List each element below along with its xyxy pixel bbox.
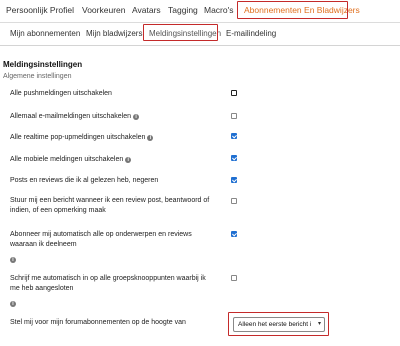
tab-voorkeuren[interactable]: Voorkeuren: [82, 5, 125, 15]
tab-tagging[interactable]: Tagging: [168, 5, 198, 15]
tab-avatars[interactable]: Avatars: [132, 5, 161, 15]
tab-persoonlijk-profiel[interactable]: Persoonlijk Profiel: [6, 5, 74, 15]
checkbox-disable-popup[interactable]: [231, 133, 237, 139]
checkbox-ignore-read[interactable]: [231, 177, 237, 183]
checkbox-disable-email[interactable]: [231, 113, 237, 119]
setting-label-disable-popup: Alle realtime pop-upmeldingen uitschakel…: [10, 133, 220, 143]
setting-label-disable-email: Allemaal e-mailmeldingen uitschakelen i: [10, 112, 220, 122]
subtab-e-mailindeling[interactable]: E-mailindeling: [226, 29, 276, 38]
checkbox-auto-subscribe[interactable]: [231, 231, 237, 237]
setting-label-disable-push: Alle pushmeldingen uitschakelen: [10, 90, 112, 97]
info-icon[interactable]: i: [125, 157, 132, 163]
info-icon[interactable]: i: [133, 114, 140, 120]
setting-label-disable-mobile: Alle mobiele meldingen uitschakelen i: [10, 155, 220, 165]
subtab-divider: [0, 45, 400, 46]
info-icon[interactable]: i: [10, 257, 16, 263]
setting-label-auto-subscribe: Abonneer mij automatisch alle op onderwe…: [10, 231, 192, 248]
highlight-box-subtab: [143, 24, 218, 41]
section-subheading: Algemene instellingen: [3, 73, 72, 80]
subtab-mijn-bladwijzers[interactable]: Mijn bladwijzers: [86, 29, 142, 38]
info-icon[interactable]: i: [10, 301, 16, 307]
checkbox-disable-push[interactable]: [231, 90, 237, 96]
tab-macros[interactable]: Macro's: [204, 5, 234, 15]
top-tab-divider: [0, 22, 400, 23]
setting-label-ignore-read: Posts en reviews die ik al gelezen heb, …: [10, 177, 159, 184]
highlight-box-select: [228, 312, 329, 336]
subtab-mijn-abonnementen[interactable]: Mijn abonnementen: [10, 29, 80, 38]
checkbox-notify-own-post[interactable]: [231, 198, 237, 204]
setting-label-auto-join-groups: Schrijf me automatisch in op alle groeps…: [10, 275, 206, 292]
setting-label-forum-notify: Stel mij voor mijn forumabonnementen op …: [10, 319, 186, 326]
highlight-box-top-tab: [237, 1, 348, 19]
section-heading: Meldingsinstellingen: [3, 60, 83, 69]
checkbox-disable-mobile[interactable]: [231, 155, 237, 161]
setting-label-notify-own-post: Stuur mij een bericht wanneer ik een rev…: [10, 197, 210, 214]
info-icon[interactable]: i: [147, 135, 154, 141]
checkbox-auto-join-groups[interactable]: [231, 275, 237, 281]
